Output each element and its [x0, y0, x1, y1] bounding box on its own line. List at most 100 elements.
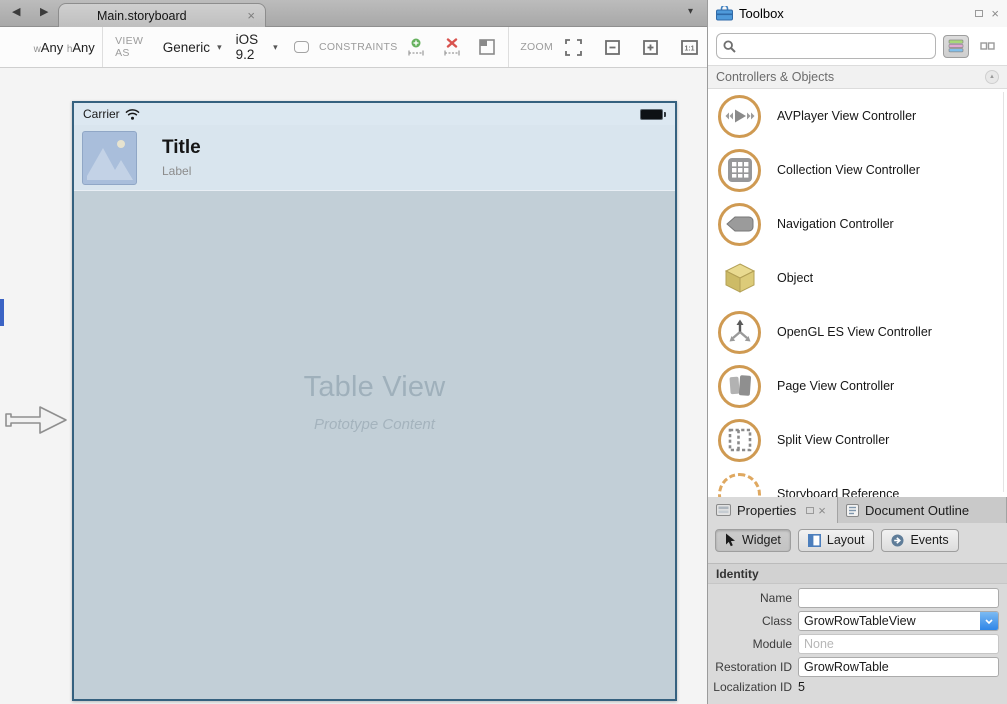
view-controller-canvas[interactable]: Carrier Title — [72, 101, 677, 701]
tab-main-storyboard[interactable]: Main.storyboard × — [58, 3, 266, 27]
cell-title-label[interactable]: Title — [162, 137, 201, 159]
name-input[interactable] — [798, 588, 999, 608]
identity-form: Name Class Module Restor — [708, 584, 1007, 694]
table-view-watermark: Table View — [304, 371, 446, 404]
zoom-fit-icon — [565, 39, 582, 56]
tab-properties-label: Properties — [737, 503, 796, 518]
wifi-icon — [125, 109, 140, 120]
add-constraint-button[interactable] — [407, 38, 425, 57]
cursor-arrow-icon — [725, 533, 736, 547]
tab-overflow-icon[interactable]: ▾ — [688, 6, 693, 17]
prototype-table-cell[interactable]: Title Label — [74, 125, 675, 191]
toolbox-item-label: Navigation Controller — [777, 217, 894, 231]
zoom-in-button[interactable] — [643, 40, 658, 55]
cube-icon — [724, 263, 756, 293]
module-input[interactable] — [798, 634, 999, 654]
os-version-value: iOS 9.2 — [236, 32, 267, 62]
dock-pane-icon[interactable] — [975, 10, 983, 17]
avplayer-icon — [725, 108, 755, 124]
collapse-section-icon[interactable]: ▲ — [985, 70, 999, 84]
cell-subtitle-label[interactable]: Label — [162, 164, 201, 178]
compact-view-toggle-button[interactable] — [975, 37, 999, 55]
class-input[interactable] — [798, 611, 999, 631]
toolbox-item-storyboard-reference[interactable]: Storyboard Reference — [708, 467, 1007, 497]
toolbox-icon — [716, 6, 733, 21]
inspector-mode-buttons: Widget Layout Events — [708, 523, 1007, 557]
clear-constraints-icon — [443, 38, 461, 57]
carrier-label: Carrier — [83, 107, 120, 121]
toolbox-item-avplayer[interactable]: AVPlayer View Controller — [708, 89, 1007, 143]
history-forward-icon[interactable]: ▶ — [40, 5, 48, 18]
toolbox-item-opengl[interactable]: OpenGL ES View Controller — [708, 305, 1007, 359]
left-edge-marker — [0, 299, 4, 326]
device-frame-toggle-icon[interactable] — [294, 41, 309, 53]
class-field-label: Class — [708, 614, 792, 628]
toolbox-panel: Toolbox × — [707, 0, 1007, 497]
size-class-button[interactable]: wAny hAny — [30, 40, 98, 55]
design-surface[interactable]: Carrier Title — [0, 68, 707, 704]
chevron-down-icon: ▾ — [217, 42, 222, 53]
dock-pane-icon[interactable] — [806, 507, 814, 514]
tab-document-outline[interactable]: Document Outline — [838, 497, 1007, 523]
zoom-out-icon — [605, 40, 620, 55]
constraints-label: CONSTRAINTS — [319, 41, 398, 53]
class-dropdown-button[interactable] — [980, 612, 998, 630]
dashed-circle-icon — [718, 473, 761, 498]
toolbox-item-list: AVPlayer View Controller Collection View… — [708, 89, 1007, 497]
search-icon — [723, 40, 736, 53]
identity-section-header[interactable]: Identity — [708, 563, 1007, 584]
zoom-fit-button[interactable] — [565, 39, 582, 56]
toolbar-divider — [508, 27, 509, 67]
tab-close-icon[interactable]: × — [247, 9, 255, 22]
layout-button-label: Layout — [827, 533, 865, 547]
list-view-icon — [948, 39, 964, 53]
close-pane-icon[interactable]: × — [991, 7, 999, 20]
toolbox-searchbox[interactable] — [716, 33, 936, 59]
tab-properties[interactable]: Properties × — [708, 497, 838, 523]
storyboard-entry-arrow-icon[interactable] — [2, 398, 70, 442]
prototype-content-watermark: Prototype Content — [304, 416, 446, 433]
toolbox-item-navigation-controller[interactable]: Navigation Controller — [708, 197, 1007, 251]
clear-constraints-button[interactable] — [443, 38, 461, 57]
identity-section-label: Identity — [716, 567, 759, 581]
module-field-row: Module — [708, 634, 999, 654]
device-dropdown[interactable]: Generic ▾ — [163, 40, 222, 55]
tab-strip: ◀ ▶ Main.storyboard × ▾ — [0, 0, 707, 27]
localization-id-row: Localization ID 5 — [708, 680, 999, 694]
toolbox-scrollbar[interactable] — [1003, 92, 1004, 492]
size-class-h-value: Any — [72, 40, 94, 55]
toolbox-item-page-view[interactable]: Page View Controller — [708, 359, 1007, 413]
class-field-row: Class — [708, 611, 999, 631]
widget-tab-button[interactable]: Widget — [715, 529, 791, 552]
layout-tab-button[interactable]: Layout — [798, 529, 875, 552]
events-tab-button[interactable]: Events — [881, 529, 958, 552]
toolbox-item-collection-view[interactable]: Collection View Controller — [708, 143, 1007, 197]
update-frames-button[interactable] — [479, 39, 495, 55]
toolbox-item-split-view[interactable]: Split View Controller — [708, 413, 1007, 467]
split-dashed-icon — [727, 427, 753, 453]
document-outline-tab-icon — [846, 504, 859, 517]
toolbar-divider — [102, 27, 103, 67]
toolbox-item-label: AVPlayer View Controller — [777, 109, 916, 123]
toolbox-search-row — [708, 27, 1007, 65]
os-version-dropdown[interactable]: iOS 9.2 ▾ — [236, 32, 278, 62]
properties-panel: Properties × Document Outline Widget — [707, 497, 1007, 704]
back-button-icon — [726, 216, 754, 232]
properties-tab-icon — [716, 504, 731, 516]
restoration-id-input[interactable] — [798, 657, 999, 677]
tab-document-outline-label: Document Outline — [865, 503, 969, 518]
list-view-toggle-button[interactable] — [943, 35, 970, 58]
image-view-placeholder[interactable] — [82, 131, 137, 185]
device-value: Generic — [163, 40, 210, 55]
toolbox-item-object[interactable]: Object — [708, 251, 1007, 305]
zoom-actual-size-button[interactable]: 1:1 — [681, 40, 698, 55]
toolbox-search-input[interactable] — [736, 39, 929, 53]
module-field-label: Module — [708, 637, 792, 651]
zoom-out-button[interactable] — [605, 40, 620, 55]
table-view-body[interactable]: Table View Prototype Content — [74, 191, 675, 698]
chevron-down-icon — [985, 619, 993, 624]
toolbox-section-header[interactable]: Controllers & Objects ▲ — [708, 65, 1007, 89]
history-back-icon[interactable]: ◀ — [12, 5, 20, 18]
status-bar: Carrier — [74, 103, 675, 125]
close-pane-icon[interactable]: × — [818, 504, 826, 517]
